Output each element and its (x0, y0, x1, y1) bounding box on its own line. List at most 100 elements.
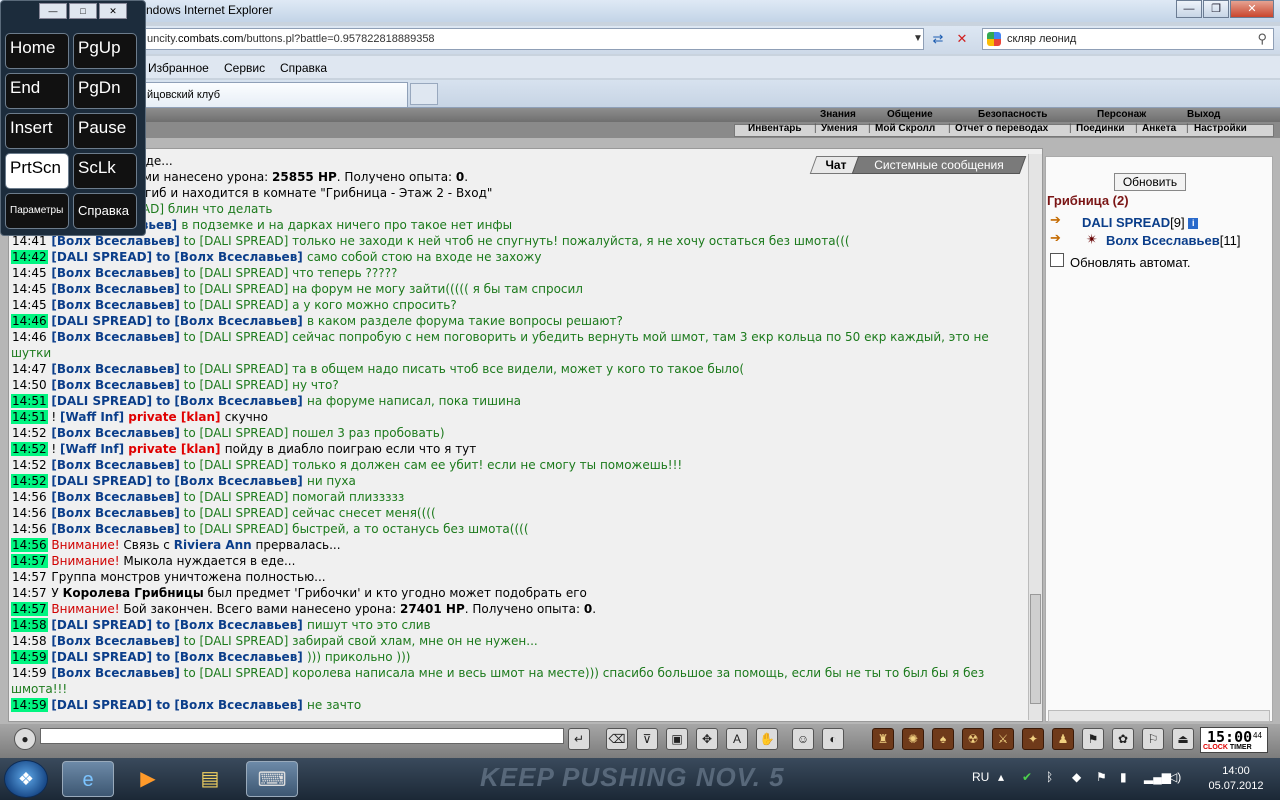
osk-minimize[interactable]: — (39, 3, 67, 19)
attack-icon[interactable] (1050, 213, 1070, 225)
key-pgup[interactable]: PgUp (73, 33, 137, 69)
chat-nick[interactable]: [Волх Всеславьев] (51, 266, 179, 280)
chat-nick[interactable]: [Волх Всеславьев] (51, 458, 179, 472)
action-icon-9[interactable]: ✿ (1112, 728, 1134, 750)
chat-nick[interactable]: [Волх Всеславьев] (51, 426, 179, 440)
taskbar-media-player[interactable]: ▶ (122, 761, 174, 797)
filter-icon[interactable]: ⊽ (636, 728, 658, 750)
chat-scrollbar[interactable] (1028, 154, 1042, 720)
key-insert[interactable]: Insert (5, 113, 69, 149)
menu-favorites[interactable]: Избранное (148, 61, 209, 75)
subnav-profile[interactable]: Анкета (1142, 123, 1176, 134)
smile-settings-icon[interactable]: ● (14, 728, 36, 750)
search-icon[interactable]: ⚲ (1257, 31, 1267, 47)
menu-service[interactable]: Сервис (224, 61, 265, 75)
chat-nick[interactable]: [Волх Всеславьев] (51, 298, 179, 312)
player-name[interactable]: DALI SPREAD (1082, 215, 1170, 230)
tray-language[interactable]: RU (972, 770, 989, 784)
flag-icon[interactable]: ⚐ (1142, 728, 1164, 750)
action-icon-8[interactable]: ⚑ (1082, 728, 1104, 750)
tray-network-icon[interactable]: ▂▄▆ (1144, 770, 1171, 784)
minimize-button[interactable]: — (1176, 0, 1202, 18)
auto-refresh-checkbox[interactable] (1050, 253, 1064, 267)
subnav-battles[interactable]: Поединки (1076, 123, 1125, 134)
chat-nick[interactable]: [Волх Всеславьев] (51, 282, 179, 296)
browser-tab[interactable]: йцовский клуб (140, 82, 408, 107)
tray-clock[interactable]: 14:00 05.07.2012 (1196, 764, 1276, 794)
nav-security[interactable]: Безопасность (978, 109, 1047, 120)
chat-nick[interactable]: [Волх Всеславьев] (51, 362, 179, 376)
chat-nick[interactable]: to [Волх Всеславьев] (152, 474, 307, 488)
action-icon-3[interactable]: ♠ (932, 728, 954, 750)
chat-nick[interactable]: to [Волх Всеславьев] (152, 394, 307, 408)
osk-options-button[interactable]: Параметры (5, 193, 69, 229)
nav-character[interactable]: Персонаж (1097, 109, 1146, 120)
refresh-button[interactable]: Обновить (1114, 173, 1186, 191)
chat-nick[interactable]: to [Волх Всеславьев] (152, 618, 307, 632)
clear-icon[interactable]: ⌫ (606, 728, 628, 750)
chat-nick[interactable]: [DALI SPREAD] (51, 698, 152, 712)
player-dali[interactable]: DALI SPREAD[9] i (1082, 215, 1199, 230)
info-icon[interactable]: i (1188, 218, 1199, 230)
exit-icon[interactable]: ⏏ (1172, 728, 1194, 750)
chat-nick[interactable]: [Волх Всеславьев] (51, 234, 179, 248)
chat-nick[interactable]: [DALI SPREAD] (51, 474, 152, 488)
nav-exit[interactable]: Выход (1187, 109, 1220, 120)
menu-help[interactable]: Справка (280, 61, 327, 75)
chat-nick[interactable]: [DALI SPREAD] (51, 314, 152, 328)
chat-nick[interactable]: to [Волх Всеславьев] (152, 314, 307, 328)
key-sclk[interactable]: ScLk (73, 153, 137, 189)
tab-system-messages[interactable]: Системные сообщения (851, 156, 1027, 174)
osk-restore[interactable]: □ (69, 3, 97, 19)
attack-icon[interactable] (1050, 231, 1070, 243)
tray-arrow-icon[interactable]: ▴ (998, 770, 1004, 784)
chat-nick[interactable]: [DALI SPREAD] (51, 618, 152, 632)
taskbar-keyboard[interactable]: ⌨ (246, 761, 298, 797)
chat-nick[interactable]: to [Волх Всеславьев] (152, 698, 307, 712)
chat-nick[interactable]: [DALI SPREAD] (51, 650, 152, 664)
search-input[interactable]: скляр леонид ⚲ (982, 28, 1274, 50)
taskbar-ie[interactable]: e (62, 761, 114, 797)
tray-power-icon[interactable]: ▮ (1120, 770, 1127, 784)
chat-nick[interactable]: [DALI SPREAD] (51, 394, 152, 408)
send-icon[interactable]: ↵ (568, 728, 590, 750)
nav-communication[interactable]: Общение (887, 109, 933, 120)
url-field[interactable]: uncity.combats.com/buttons.pl?battle=0.9… (142, 28, 924, 50)
hand-icon[interactable]: ✋ (756, 728, 778, 750)
stop-icon[interactable]: ✕ (952, 29, 972, 49)
tray-bluetooth-icon[interactable]: ᛒ (1046, 770, 1053, 784)
action-icon-4[interactable]: ☢ (962, 728, 984, 750)
key-pgdn[interactable]: PgDn (73, 73, 137, 109)
close-button[interactable]: ✕ (1230, 0, 1274, 18)
tray-diamond-icon[interactable]: ◆ (1072, 770, 1081, 784)
action-icon-1[interactable]: ♜ (872, 728, 894, 750)
tray-flag-icon[interactable]: ⚑ (1096, 770, 1107, 784)
action-icon-5[interactable]: ⚔ (992, 728, 1014, 750)
nav-knowledge[interactable]: Знания (820, 109, 856, 120)
room-hscrollbar[interactable] (1048, 710, 1270, 722)
scroll-thumb[interactable] (1030, 594, 1041, 704)
chat-nick[interactable]: [Волх Всеславьев] (51, 490, 179, 504)
player-name[interactable]: Волх Всеславьев (1106, 233, 1220, 248)
save-icon[interactable]: ▣ (666, 728, 688, 750)
action-icon-7[interactable]: ♟ (1052, 728, 1074, 750)
subnav-settings[interactable]: Настройки (1194, 123, 1247, 134)
chat-nick[interactable]: [Waff Inf] (60, 410, 124, 424)
chat-nick[interactable]: [DALI SPREAD] (51, 250, 152, 264)
chat-nick[interactable]: [Волх Всеславьев] (51, 330, 179, 344)
subnav-skills[interactable]: Умения (821, 123, 858, 134)
chat-nick[interactable]: to [Волх Всеславьев] (152, 650, 307, 664)
key-home[interactable]: Home (5, 33, 69, 69)
chat-nick[interactable]: [Волх Всеславьев] (51, 506, 179, 520)
smiley-icon[interactable]: ☺ (792, 728, 814, 750)
font-icon[interactable]: A (726, 728, 748, 750)
url-dropdown-icon[interactable]: ▼ (908, 29, 928, 49)
tray-volume-icon[interactable]: ◁) (1168, 770, 1181, 784)
action-icon-6[interactable]: ✦ (1022, 728, 1044, 750)
tray-check-icon[interactable]: ✔ (1022, 770, 1032, 784)
refresh-icon[interactable]: ⇄ (928, 29, 948, 49)
subnav-my-scroll[interactable]: Мой Скролл (875, 123, 935, 134)
key-pause[interactable]: Pause (73, 113, 137, 149)
action-icon-2[interactable]: ✺ (902, 728, 924, 750)
start-button[interactable]: ❖ (4, 760, 48, 798)
